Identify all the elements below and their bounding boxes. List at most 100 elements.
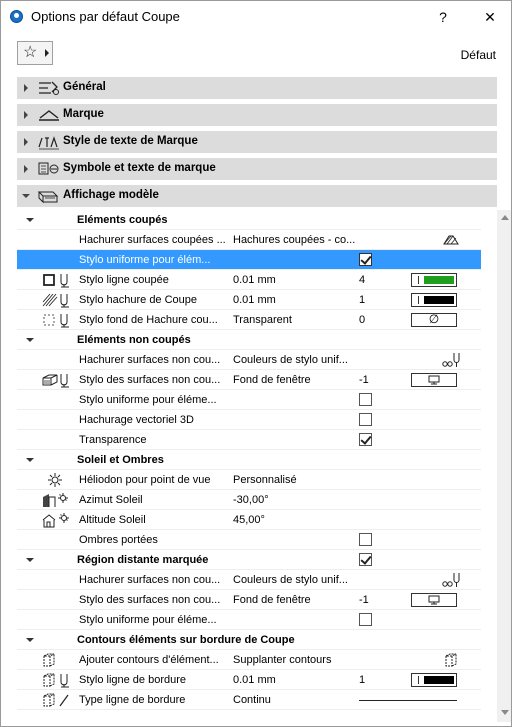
setting-value[interactable]: Hachures coupées - co... bbox=[233, 234, 361, 246]
pen-number[interactable]: 1 bbox=[359, 294, 365, 306]
pen-color-swatch[interactable] bbox=[411, 293, 457, 307]
group-marked-distant-area[interactable]: Région distante marquée bbox=[17, 550, 481, 570]
transparency-checkbox[interactable] bbox=[359, 433, 372, 446]
setting-row-cast-shadows[interactable]: Ombres portées bbox=[17, 530, 481, 550]
setting-row-cut-fill-pen[interactable]: Stylo hachure de Coupe 0.01 mm 1 bbox=[17, 290, 481, 310]
setting-row-transparency[interactable]: Transparence bbox=[17, 430, 481, 450]
star-icon: ☆ bbox=[23, 44, 38, 61]
group-boundary-contours[interactable]: Contours éléments sur bordure de Coupe bbox=[17, 630, 481, 650]
setting-row-cut-fill[interactable]: Hachurer surfaces coupées ... Hachures c… bbox=[17, 230, 481, 250]
help-button[interactable]: ? bbox=[432, 7, 454, 27]
setting-value[interactable]: Couleurs de stylo unif... bbox=[233, 354, 361, 366]
pen-color-swatch[interactable] bbox=[411, 273, 457, 287]
setting-label: Hachurer surfaces non cou... bbox=[79, 354, 221, 366]
scroll-up-arrow-icon[interactable] bbox=[501, 215, 509, 220]
pen-color-mode-icon[interactable] bbox=[441, 352, 461, 368]
panel-marque[interactable]: Marque bbox=[17, 104, 497, 126]
distant-area-checkbox[interactable] bbox=[359, 553, 372, 566]
setting-row-cut-fill-background[interactable]: Stylo fond de Hachure cou... Transparent… bbox=[17, 310, 481, 330]
setting-row-uncut-fill[interactable]: Hachurer surfaces non cou... Couleurs de… bbox=[17, 350, 481, 370]
pen-number[interactable]: 4 bbox=[359, 274, 365, 286]
setting-label: Azimut Soleil bbox=[79, 494, 143, 506]
setting-value: Fond de fenêtre bbox=[233, 374, 311, 386]
setting-row-uniform-pen-cut[interactable]: Stylo uniforme pour élém... bbox=[17, 250, 481, 270]
setting-row-boundary-line-type[interactable]: Type ligne de bordure Continu bbox=[17, 690, 481, 710]
setting-label: Ombres portées bbox=[79, 534, 158, 546]
collapse-arrow-icon bbox=[26, 218, 34, 222]
panel-symbol-text[interactable]: Symbole et texte de marque bbox=[17, 158, 497, 180]
window-background-swatch[interactable] bbox=[411, 373, 457, 387]
setting-label: Stylo hachure de Coupe bbox=[79, 294, 198, 306]
group-cut-elements[interactable]: Eléments coupés bbox=[17, 210, 481, 230]
favorites-button[interactable]: ☆ bbox=[17, 41, 53, 65]
setting-row-distant-surface-pen[interactable]: Stylo des surfaces non cou... Fond de fe… bbox=[17, 590, 481, 610]
caret-right-icon bbox=[45, 49, 49, 57]
transparent-pen-swatch[interactable]: ∅ bbox=[411, 312, 457, 327]
setting-row-heliodon[interactable]: Héliodon pour point de vue Personnalisé bbox=[17, 470, 481, 490]
setting-label: Type ligne de bordure bbox=[79, 694, 186, 706]
panel-model-display[interactable]: Affichage modèle bbox=[17, 185, 497, 207]
panel-label: Symbole et texte de marque bbox=[63, 162, 216, 174]
group-sun-shadows[interactable]: Soleil et Ombres bbox=[17, 450, 481, 470]
uniform-pen-checkbox[interactable] bbox=[359, 393, 372, 406]
default-label: Défaut bbox=[460, 48, 496, 62]
pen-number[interactable]: -1 bbox=[359, 374, 369, 386]
monitor-icon bbox=[428, 375, 440, 385]
fill-pattern-icon[interactable] bbox=[441, 232, 461, 248]
scroll-down-arrow-icon[interactable] bbox=[501, 710, 509, 715]
setting-value[interactable]: Couleurs de stylo unif... bbox=[233, 574, 361, 586]
setting-row-boundary-line-pen[interactable]: Stylo ligne de bordure 0.01 mm 1 bbox=[17, 670, 481, 690]
model-display-icon bbox=[37, 191, 59, 204]
panel-label: Marque bbox=[63, 108, 104, 120]
uniform-pen-checkbox[interactable] bbox=[359, 613, 372, 626]
group-title: Eléments non coupés bbox=[77, 334, 191, 346]
pen-number[interactable]: 0 bbox=[359, 314, 365, 326]
setting-value[interactable]: Supplanter contours bbox=[233, 654, 361, 666]
override-contour-icon[interactable] bbox=[441, 652, 461, 668]
setting-label: Altitude Soleil bbox=[79, 514, 146, 526]
uniform-pen-checkbox[interactable] bbox=[359, 253, 372, 266]
toolbar: ☆ Défaut bbox=[1, 33, 511, 73]
panel-text-style[interactable]: Style de texte de Marque bbox=[17, 131, 497, 153]
setting-row-distant-uniform-pen[interactable]: Stylo uniforme pour éléme... bbox=[17, 610, 481, 630]
setting-label: Stylo des surfaces non cou... bbox=[79, 374, 221, 386]
setting-row-vector-hatching[interactable]: Hachurage vectoriel 3D bbox=[17, 410, 481, 430]
expand-arrow-icon bbox=[24, 111, 28, 119]
setting-value[interactable]: Continu bbox=[233, 694, 361, 706]
vertical-scrollbar[interactable] bbox=[497, 210, 511, 722]
expand-arrow-icon bbox=[24, 138, 28, 146]
pen-color-mode-icon[interactable] bbox=[441, 572, 461, 588]
setting-row-cut-line-pen[interactable]: Stylo ligne coupée 0.01 mm 4 bbox=[17, 270, 481, 290]
window-background-swatch[interactable] bbox=[411, 593, 457, 607]
setting-value[interactable]: Personnalisé bbox=[233, 474, 361, 486]
text-style-icon bbox=[38, 136, 59, 150]
setting-value[interactable]: 45,00° bbox=[233, 514, 361, 526]
panel-general[interactable]: Général bbox=[17, 77, 497, 99]
pen-color-swatch[interactable] bbox=[411, 673, 457, 687]
line-type-preview[interactable] bbox=[359, 700, 457, 701]
setting-row-sun-azimuth[interactable]: Azimut Soleil -30,00° bbox=[17, 490, 481, 510]
collapse-arrow-icon bbox=[26, 458, 34, 462]
collapse-arrow-icon bbox=[26, 558, 34, 562]
pen-number[interactable]: 1 bbox=[359, 674, 365, 686]
setting-row-distant-fill[interactable]: Hachurer surfaces non cou... Couleurs de… bbox=[17, 570, 481, 590]
setting-value[interactable]: -30,00° bbox=[233, 494, 361, 506]
setting-value: 0.01 mm bbox=[233, 274, 276, 286]
setting-row-sun-altitude[interactable]: Altitude Soleil 45,00° bbox=[17, 510, 481, 530]
setting-row-uncut-surface-pen[interactable]: Stylo des surfaces non cou... Fond de fe… bbox=[17, 370, 481, 390]
setting-label: Stylo uniforme pour éléme... bbox=[79, 394, 217, 406]
group-uncut-elements[interactable]: Eléments non coupés bbox=[17, 330, 481, 350]
close-button[interactable]: ✕ bbox=[479, 7, 501, 27]
sun-azimuth-icon bbox=[43, 493, 68, 507]
marker-icon bbox=[39, 110, 59, 121]
setting-label: Ajouter contours d'élément... bbox=[79, 654, 219, 666]
sun-icon bbox=[48, 473, 62, 487]
setting-label: Stylo uniforme pour éléme... bbox=[79, 614, 217, 626]
pen-number[interactable]: -1 bbox=[359, 594, 369, 606]
vector-hatching-checkbox[interactable] bbox=[359, 413, 372, 426]
setting-row-uncut-uniform-pen[interactable]: Stylo uniforme pour éléme... bbox=[17, 390, 481, 410]
setting-label: Stylo fond de Hachure cou... bbox=[79, 314, 218, 326]
setting-row-add-contours[interactable]: Ajouter contours d'élément... Supplanter… bbox=[17, 650, 481, 670]
setting-label: Stylo uniforme pour élém... bbox=[79, 254, 211, 266]
cast-shadows-checkbox[interactable] bbox=[359, 533, 372, 546]
